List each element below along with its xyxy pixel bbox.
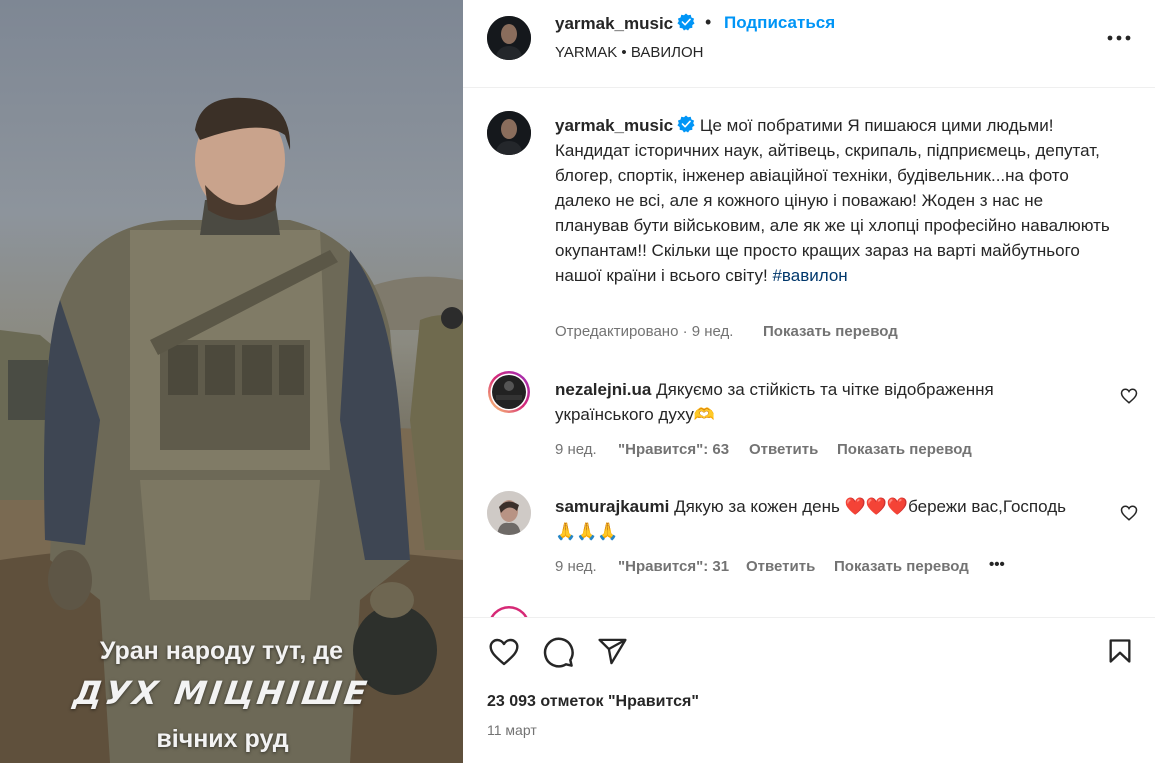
post-details-panel: yarmak_music • Подписаться YARMAK • ВАВИ… <box>463 0 1155 763</box>
more-options-icon[interactable] <box>1106 25 1132 51</box>
post-likes-count[interactable]: 23 093 отметок "Нравится" <box>487 693 699 711</box>
comment-bubble-icon[interactable] <box>542 636 575 669</box>
comment-text-block: nezalejni.ua Дякуємо за стійкість та чіт… <box>555 377 1085 427</box>
comment-text-2: бережи вас,Господь <box>908 497 1066 516</box>
comment-likes-count[interactable]: "Нравится": 31 <box>618 558 729 575</box>
follow-button[interactable]: Подписаться <box>724 13 835 33</box>
caption-username[interactable]: yarmak_music <box>555 116 673 135</box>
comment-like-heart-icon[interactable] <box>1120 504 1138 522</box>
overlay-line-2: ДУХ МІЦНІШЕ <box>71 674 372 712</box>
post-caption: yarmak_music Це мої побратими Я пишаюся … <box>555 113 1115 288</box>
comment-time: 9 нед. <box>555 558 597 575</box>
author-avatar[interactable] <box>487 16 531 60</box>
comment-more-options-icon[interactable]: ••• <box>989 556 1005 573</box>
comment-prayers: 🙏🙏🙏 <box>555 522 619 541</box>
post-media[interactable]: Уран народу тут, де ДУХ МІЦНІШЕ вічних р… <box>0 0 463 763</box>
comment-reply-button[interactable]: Ответить <box>746 558 815 575</box>
comment-translate-link[interactable]: Показать перевод <box>837 441 972 458</box>
post-date[interactable]: 11 март <box>487 722 537 738</box>
caption-translate-link[interactable]: Показать перевод <box>763 323 898 340</box>
commenter-avatar-samurajkaumi[interactable] <box>487 491 531 535</box>
comment-reply-button[interactable]: Ответить <box>749 441 818 458</box>
header-separator: • <box>705 12 712 32</box>
comment-text: Дякую за кожен день <box>674 497 840 516</box>
comment-hearts: ❤️❤️❤️ <box>844 497 909 516</box>
comment-emoji: 🫶 <box>693 405 715 424</box>
caption-hashtag[interactable]: #вавилон <box>772 266 847 285</box>
comment-time: 9 нед. <box>555 441 597 458</box>
commenter-avatar-nezalejni[interactable] <box>487 370 531 414</box>
next-comment-avatar[interactable] <box>487 605 531 617</box>
actions-divider <box>463 617 1155 618</box>
caption-text: Це мої побратими Я пишаюся цими людьми! … <box>555 116 1110 285</box>
overlay-line-3: вічних руд <box>156 725 289 753</box>
comment-translate-link[interactable]: Показать перевод <box>834 558 969 575</box>
like-heart-icon[interactable] <box>487 636 521 668</box>
comment-likes-count[interactable]: "Нравится": 63 <box>618 441 729 458</box>
verified-badge-icon <box>677 115 695 133</box>
author-username[interactable]: yarmak_music <box>555 13 695 34</box>
comment-text-block: samurajkaumi Дякую за кожен день ❤️❤️❤️б… <box>555 494 1085 544</box>
post-subtitle[interactable]: YARMAK • ВАВИЛОН <box>555 44 703 61</box>
comment-username[interactable]: nezalejni.ua <box>555 380 651 399</box>
comment-like-heart-icon[interactable] <box>1120 387 1138 405</box>
header-divider <box>463 87 1155 88</box>
save-bookmark-icon[interactable] <box>1106 635 1134 667</box>
caption-edited-time: Отредактировано · 9 нед. <box>555 323 734 340</box>
caption-author-avatar[interactable] <box>487 111 531 155</box>
share-send-icon[interactable] <box>596 636 629 667</box>
overlay-line-1: Уран народу тут, де <box>99 637 344 665</box>
verified-badge-icon <box>677 13 695 31</box>
comment-username[interactable]: samurajkaumi <box>555 497 669 516</box>
